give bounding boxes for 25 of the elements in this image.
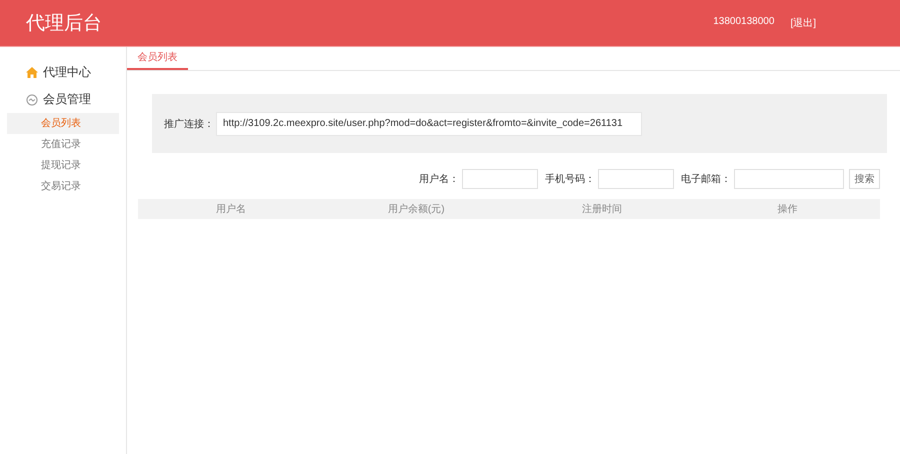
- column-header: 操作: [776, 203, 798, 216]
- field-label: 手机号码：: [545, 172, 595, 186]
- user-phone: 13800138000: [713, 16, 774, 29]
- tab[interactable]: 会员列表: [127, 47, 188, 70]
- column-header: 用户名: [214, 202, 247, 216]
- menu-item[interactable]: 充值记录: [7, 134, 119, 155]
- search-field[interactable]: [734, 169, 844, 189]
- search-field[interactable]: [598, 169, 674, 189]
- app-title: 代理后台: [26, 12, 102, 36]
- field-label: 电子邮箱：: [681, 172, 731, 186]
- menu-item[interactable]: 会员列表: [7, 113, 119, 134]
- field-label: 用户名：: [419, 172, 459, 186]
- search-button[interactable]: 搜索: [849, 169, 880, 189]
- home-icon: [26, 67, 38, 78]
- column-header: 用户余额(元): [386, 202, 446, 216]
- promo-link-field[interactable]: http://3109.2c.meexpro.site/user.php?mod=do&act=register&fromto=&invite_code=261131: [216, 112, 642, 136]
- menu-item[interactable]: 提现记录: [7, 155, 119, 176]
- menu-group[interactable]: 代理中心: [43, 64, 91, 81]
- column-header: 注册时间: [580, 202, 623, 216]
- logout-link[interactable]: [退出]: [790, 16, 816, 30]
- search-field[interactable]: [462, 169, 538, 189]
- menu-group[interactable]: 会员管理: [43, 91, 91, 108]
- promo-label: 推广连接：: [164, 118, 214, 130]
- menu-item[interactable]: 交易记录: [7, 176, 119, 197]
- sync-icon: [26, 94, 38, 106]
